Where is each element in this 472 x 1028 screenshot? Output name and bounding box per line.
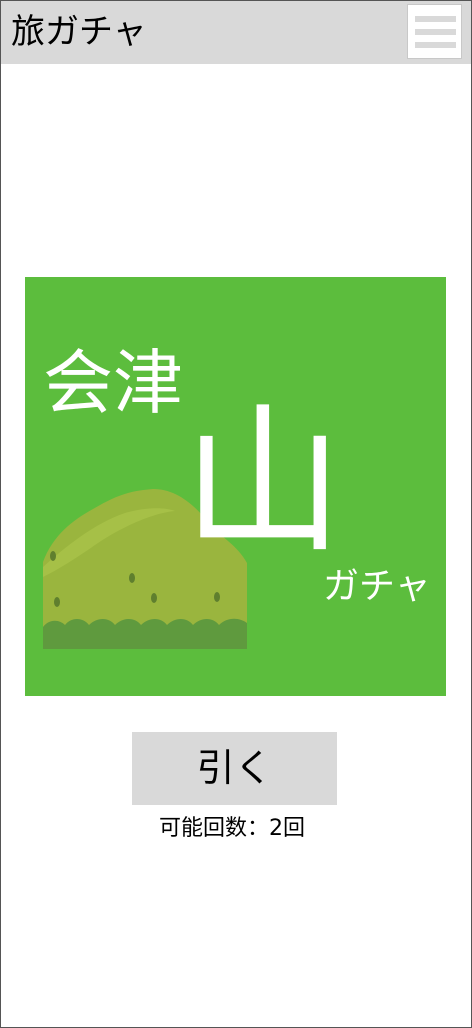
draw-button[interactable]: 引く (132, 732, 337, 805)
gacha-banner: 会津 山 ガチャ (25, 277, 446, 696)
mountain-dot (54, 597, 60, 607)
header-bar: 旅ガチャ (1, 1, 471, 64)
menu-line (415, 29, 456, 35)
category-kanji: 山 (183, 388, 344, 575)
region-name: 会津 (43, 342, 183, 424)
gacha-label: ガチャ (323, 566, 431, 607)
mountain-dot (214, 592, 220, 602)
app-title: 旅ガチャ (11, 12, 147, 52)
mountain-bushes (43, 618, 247, 649)
mountain-dot (151, 593, 157, 603)
menu-line (415, 42, 456, 48)
hamburger-menu-icon[interactable] (407, 4, 462, 59)
app-frame: 旅ガチャ 会津 山 ガチャ 引く 可能回数：2回 (0, 0, 472, 1028)
mountain-dot (50, 551, 56, 561)
mountain-dot (129, 573, 135, 583)
menu-line (415, 16, 456, 22)
remaining-count: 可能回数：2回 (159, 816, 305, 841)
